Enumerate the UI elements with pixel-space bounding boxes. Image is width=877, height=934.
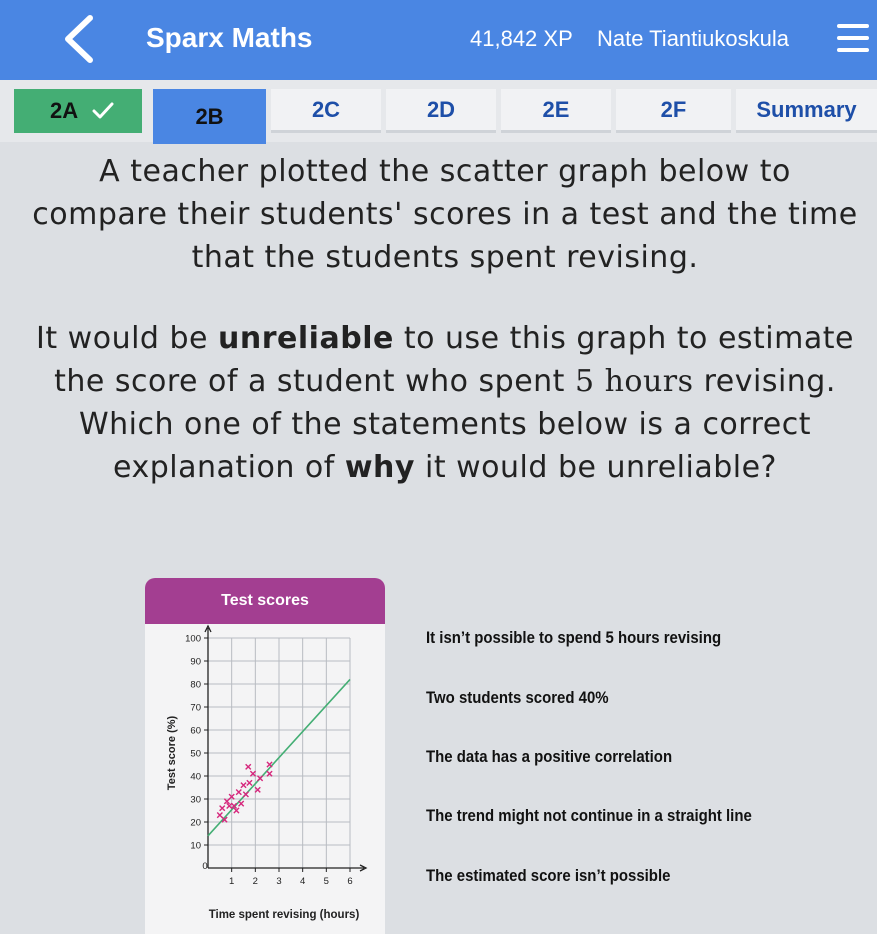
app-title: Sparx Maths [146,22,313,53]
x-tick-label: 3 [276,876,281,887]
x-tick-label: 5 [324,876,329,887]
data-point [235,789,242,796]
top-bar: Sparx Maths 41,842 XP Nate Tiantiukoskul… [0,0,877,80]
tab-label: 2E [542,96,570,122]
data-point [216,812,223,819]
tab-summary[interactable]: Summary [736,89,877,133]
data-point [238,800,245,807]
data-point [254,786,261,793]
tab-2d[interactable]: 2D [386,89,496,133]
x-tick-label: 1 [229,876,234,887]
data-point [266,761,273,768]
tab-label: Summary [756,96,857,122]
question-intro: A teacher plotted the scatter graph belo… [32,154,858,275]
data-point [245,763,252,770]
tab-2f[interactable]: 2F [616,89,731,133]
y-tick-label: 70 [190,703,201,714]
x-axis-label: Time spent revising (hours) [209,909,360,921]
x-tick-label: 6 [347,876,352,887]
y-axis-label: Test score (%) [166,715,178,790]
tab-label: 2F [660,96,687,122]
data-point [242,791,249,798]
tab-label: 2D [426,96,456,122]
hamburger-menu-icon[interactable] [837,24,869,58]
xp-counter: 41,842 XP [470,26,573,51]
y-tick-label: 80 [190,680,201,691]
data-point [219,805,226,812]
task-tabs: 2A 2C 2D 2E 2F Summary [0,80,877,142]
tab-2e[interactable]: 2E [501,89,611,133]
tab-label: 2B [195,103,224,129]
answer-option-2[interactable]: Two students scored 40% [426,688,609,708]
x-tick-label: 2 [253,876,258,887]
y-tick-label: 90 [190,657,201,668]
prompt-math: 5 hours [574,364,694,399]
tab-2c[interactable]: 2C [271,89,381,133]
prompt-text: it would be unreliable? [414,450,777,485]
prompt-emphasis: why [344,450,415,485]
answer-option-3[interactable]: The data has a positive correlation [426,747,672,767]
data-point [246,779,253,786]
user-name[interactable]: Nate Tiantiukoskula [597,26,789,52]
x-tick-label: 0 [202,861,207,872]
chart-title: Test scores [145,578,385,624]
checkmark-icon [92,102,114,119]
y-tick-label: 100 [185,634,201,645]
tab-label: 2C [311,96,341,122]
scatter-graph-card: Test scores 10 20 30 40 50 60 70 80 90 100 0 1 2 3 4 5 6… [145,578,385,934]
tab-2a[interactable]: 2A [14,89,142,133]
x-tick-label: 4 [300,876,305,887]
y-tick-label: 30 [190,795,201,806]
prompt-emphasis: unreliable [218,321,394,356]
tab-label: 2A [50,98,79,123]
y-tick-label: 60 [190,726,201,737]
y-tick-label: 10 [190,841,201,852]
data-point [240,782,247,789]
answer-option-1[interactable]: It isn’t possible to spend 5 hours revis… [426,628,721,648]
tab-2b[interactable]: 2B [153,89,266,144]
y-tick-label: 20 [190,818,201,829]
answer-option-5[interactable]: The estimated score isn’t possible [426,866,670,886]
y-tick-label: 50 [190,749,201,760]
y-tick-label: 40 [190,772,201,783]
scatter-chart: 10 20 30 40 50 60 70 80 90 100 0 1 2 3 4 5 6 Test score (… [166,624,368,921]
answer-option-4[interactable]: The trend might not continue in a straig… [426,806,752,826]
question-prompt: It would be unreliable to use this graph… [30,317,860,489]
prompt-text: It would be [36,321,219,356]
chevron-left-icon[interactable] [58,14,102,64]
